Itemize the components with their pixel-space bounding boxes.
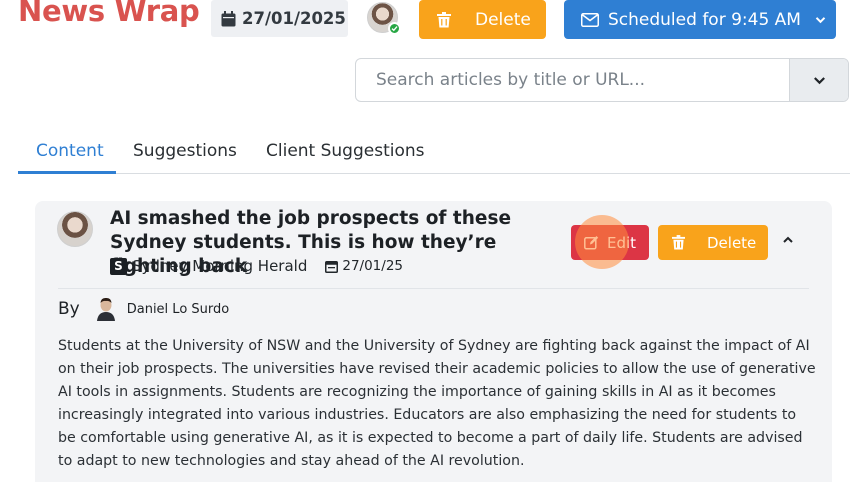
curator-avatar (57, 211, 93, 247)
tab-content[interactable]: Content (36, 141, 104, 161)
tab-bar: Content Suggestions Client Suggestions (18, 130, 850, 174)
author-avatar (96, 297, 115, 321)
chevron-down-icon (815, 16, 826, 23)
byline: By Daniel Lo Surdo (58, 297, 229, 321)
search-bar (355, 58, 849, 102)
header-bar: News Wrap 27/01/2025 Delete Scheduled fo… (0, 0, 864, 40)
edit-article-button[interactable]: Edit (571, 225, 649, 260)
article-summary: Students at the University of NSW and th… (58, 338, 816, 469)
chevron-down-icon (813, 76, 825, 84)
active-tab-indicator (18, 171, 116, 174)
search-dropdown-toggle[interactable] (789, 59, 848, 101)
chevron-up-icon[interactable] (781, 233, 795, 247)
envelope-icon (581, 12, 599, 27)
search-input[interactable] (356, 59, 790, 101)
by-label: By (58, 299, 80, 319)
tab-suggestions[interactable]: Suggestions (133, 141, 237, 161)
online-check-icon (388, 22, 401, 35)
delete-label: Delete (707, 233, 757, 252)
source-name: Sydney Morning Herald (132, 257, 308, 275)
delete-article-button[interactable]: Delete (658, 225, 768, 260)
article-card: AI smashed the job prospects of these Sy… (35, 201, 832, 482)
trash-icon (437, 11, 451, 27)
trash-icon (672, 235, 685, 250)
source-logo-icon: S (110, 257, 127, 275)
article-meta: S Sydney Morning Herald 27/01/25 (110, 257, 403, 275)
date-label: 27/01/2025 (242, 9, 346, 28)
date-picker[interactable]: 27/01/2025 (211, 0, 348, 37)
author-name: Daniel Lo Surdo (126, 301, 230, 317)
edit-icon (584, 236, 599, 250)
tab-client-suggestions[interactable]: Client Suggestions (266, 141, 425, 161)
edit-label: Edit (607, 233, 637, 252)
app-title: News Wrap (18, 0, 200, 28)
delete-newsletter-button[interactable]: Delete (419, 0, 546, 39)
article-date: 27/01/25 (342, 258, 403, 274)
calendar-icon (325, 260, 339, 273)
schedule-label: Scheduled for 9:45 AM (608, 9, 801, 30)
divider (58, 288, 809, 289)
schedule-button[interactable]: Scheduled for 9:45 AM (564, 0, 836, 39)
calendar-icon (221, 10, 236, 26)
delete-label: Delete (475, 9, 531, 30)
